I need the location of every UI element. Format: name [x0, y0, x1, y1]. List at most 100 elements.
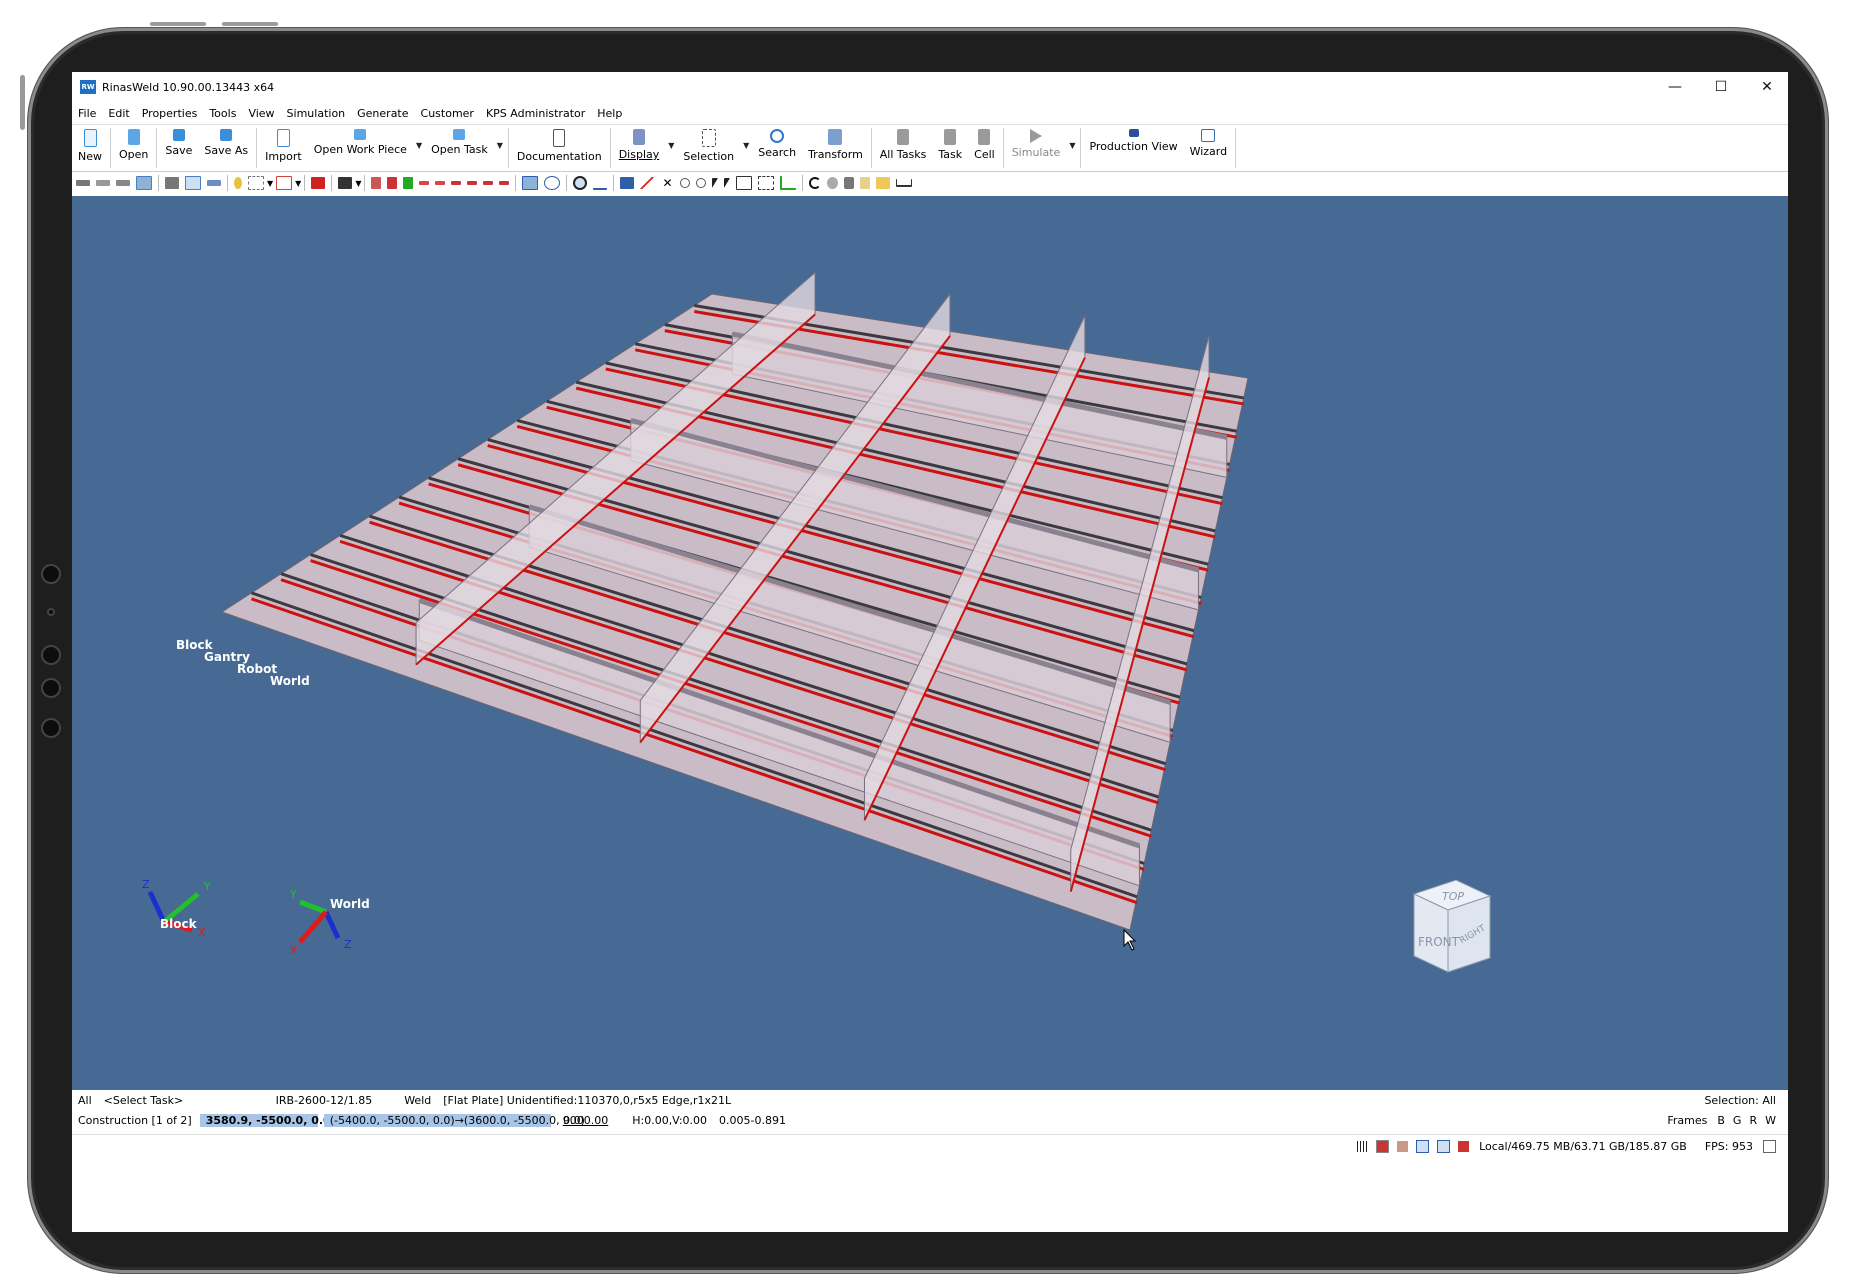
select-task-dropdown[interactable]: <Select Task>: [98, 1094, 184, 1107]
layer-icon[interactable]: [1416, 1139, 1430, 1153]
ground-icon[interactable]: [593, 176, 608, 190]
color-swatch-icon[interactable]: [1376, 1139, 1390, 1153]
scissors-icon[interactable]: [696, 178, 707, 188]
menu-generate[interactable]: Generate: [351, 107, 414, 120]
menu-view[interactable]: View: [242, 107, 280, 120]
documentation-button[interactable]: Documentation: [511, 125, 608, 169]
navigation-cube[interactable]: TOP FRONT RIGHT: [1394, 876, 1494, 986]
menu-help[interactable]: Help: [591, 107, 628, 120]
tag-icon[interactable]: [860, 177, 871, 189]
light-icon[interactable]: [234, 177, 242, 189]
save-button[interactable]: Save: [159, 125, 198, 169]
menu-file[interactable]: File: [72, 107, 102, 120]
task-button[interactable]: Task: [932, 125, 968, 169]
close-icon[interactable]: ✕: [660, 177, 674, 189]
frame-icon[interactable]: [276, 176, 293, 190]
cursor-icon[interactable]: [724, 178, 731, 188]
ruler-icon[interactable]: [896, 179, 913, 187]
axes-icon[interactable]: [248, 176, 264, 190]
chevron-down-icon[interactable]: ▼: [1066, 141, 1078, 150]
frame-toggle-b[interactable]: B: [1713, 1114, 1729, 1127]
open-button[interactable]: Open: [113, 125, 154, 169]
frame-toggle-g[interactable]: G: [1729, 1114, 1746, 1127]
seam-tool-icon[interactable]: [371, 177, 382, 189]
refresh-icon[interactable]: [809, 177, 822, 189]
menu-properties[interactable]: Properties: [136, 107, 204, 120]
cube-solid-icon[interactable]: [165, 177, 179, 189]
menu-kps-administrator[interactable]: KPS Administrator: [480, 107, 591, 120]
filter-all[interactable]: All: [72, 1094, 98, 1107]
chevron-down-icon[interactable]: ▼: [267, 179, 273, 188]
plate-view-icon[interactable]: [76, 180, 90, 186]
menu-simulation[interactable]: Simulation: [281, 107, 352, 120]
work-piece-icon: [354, 129, 367, 140]
production-view-button[interactable]: Production View: [1083, 125, 1183, 169]
new-button[interactable]: New: [72, 125, 108, 169]
move-icon[interactable]: [544, 176, 561, 190]
cell-button[interactable]: Cell: [968, 125, 1001, 169]
maximize-button[interactable]: ☐: [1698, 72, 1744, 102]
cursor-icon: [701, 129, 716, 147]
seam-tool-icon[interactable]: [435, 181, 446, 185]
chevron-down-icon[interactable]: ▼: [355, 179, 361, 188]
close-button[interactable]: ✕: [1744, 72, 1788, 102]
seam-tool-icon[interactable]: [451, 181, 462, 185]
frame-select-icon[interactable]: [758, 176, 775, 190]
plate-view-icon[interactable]: [136, 176, 152, 190]
cursor-icon[interactable]: [712, 178, 719, 188]
all-tasks-button[interactable]: All Tasks: [874, 125, 933, 169]
plane-icon[interactable]: [207, 180, 221, 186]
open-work-piece-button[interactable]: Open Work Piece: [308, 125, 413, 169]
paint-icon[interactable]: [620, 177, 635, 189]
transform-button[interactable]: Transform: [802, 125, 869, 169]
menu-customer[interactable]: Customer: [415, 107, 480, 120]
plate-view-icon[interactable]: [116, 180, 130, 186]
chevron-down-icon[interactable]: ▼: [413, 141, 425, 150]
target-icon[interactable]: [573, 176, 588, 190]
display-button[interactable]: Display: [613, 125, 666, 169]
minimize-button[interactable]: —: [1652, 72, 1698, 102]
seam-tool-icon[interactable]: [387, 177, 398, 189]
grid-icon[interactable]: [1357, 1140, 1369, 1152]
simulate-button[interactable]: Simulate: [1006, 125, 1067, 169]
layer-icon[interactable]: [1437, 1139, 1451, 1153]
color-swatch-icon[interactable]: [1458, 1140, 1470, 1152]
robot-icon[interactable]: [338, 177, 353, 189]
seam-tool-icon[interactable]: [419, 181, 430, 185]
line-icon[interactable]: [640, 177, 655, 189]
3d-viewport[interactable]: Block Gantry Robot World Z Y X Block Y Z…: [72, 196, 1788, 1090]
open-task-button[interactable]: Open Task: [425, 125, 494, 169]
seam-tool-icon[interactable]: [483, 181, 494, 185]
scissors-icon[interactable]: [680, 178, 691, 188]
cube-wire-icon[interactable]: [185, 176, 201, 190]
search-button[interactable]: Search: [752, 125, 802, 169]
chevron-down-icon[interactable]: ▼: [665, 141, 677, 150]
seam-tool-icon[interactable]: [403, 177, 414, 189]
wizard-button[interactable]: Wizard: [1184, 125, 1234, 169]
save-as-button[interactable]: Save As: [198, 125, 254, 169]
plate-view-icon[interactable]: [96, 180, 110, 186]
import-button[interactable]: Import: [259, 125, 308, 169]
display-icon: [632, 129, 645, 145]
frame-toggle-r[interactable]: R: [1745, 1114, 1761, 1127]
chevron-down-icon[interactable]: ▼: [740, 141, 752, 150]
note-icon[interactable]: [876, 177, 891, 189]
frame-select-icon[interactable]: [736, 176, 753, 190]
seam-tool-icon[interactable]: [467, 181, 478, 185]
menu-edit[interactable]: Edit: [102, 107, 135, 120]
resize-grip-icon[interactable]: [1763, 1139, 1776, 1153]
chevron-down-icon[interactable]: ▼: [295, 179, 301, 188]
menu-tools[interactable]: Tools: [203, 107, 242, 120]
angle-icon[interactable]: [780, 176, 797, 190]
selection-button[interactable]: Selection: [677, 125, 740, 169]
cursor-coordinates: 3580.9, -5500.0, 0.0: [199, 1114, 331, 1127]
select-move-icon[interactable]: [522, 176, 539, 190]
chevron-down-icon[interactable]: ▼: [494, 141, 506, 150]
mode-label: Weld: [404, 1094, 432, 1107]
weld-gun-icon[interactable]: [311, 177, 326, 189]
frame-toggle-w[interactable]: W: [1761, 1114, 1780, 1127]
seam-tool-icon[interactable]: [499, 181, 510, 185]
color-swatch-icon[interactable]: [1397, 1140, 1409, 1152]
sphere-icon[interactable]: [827, 177, 839, 189]
cylinder-icon[interactable]: [844, 177, 855, 189]
